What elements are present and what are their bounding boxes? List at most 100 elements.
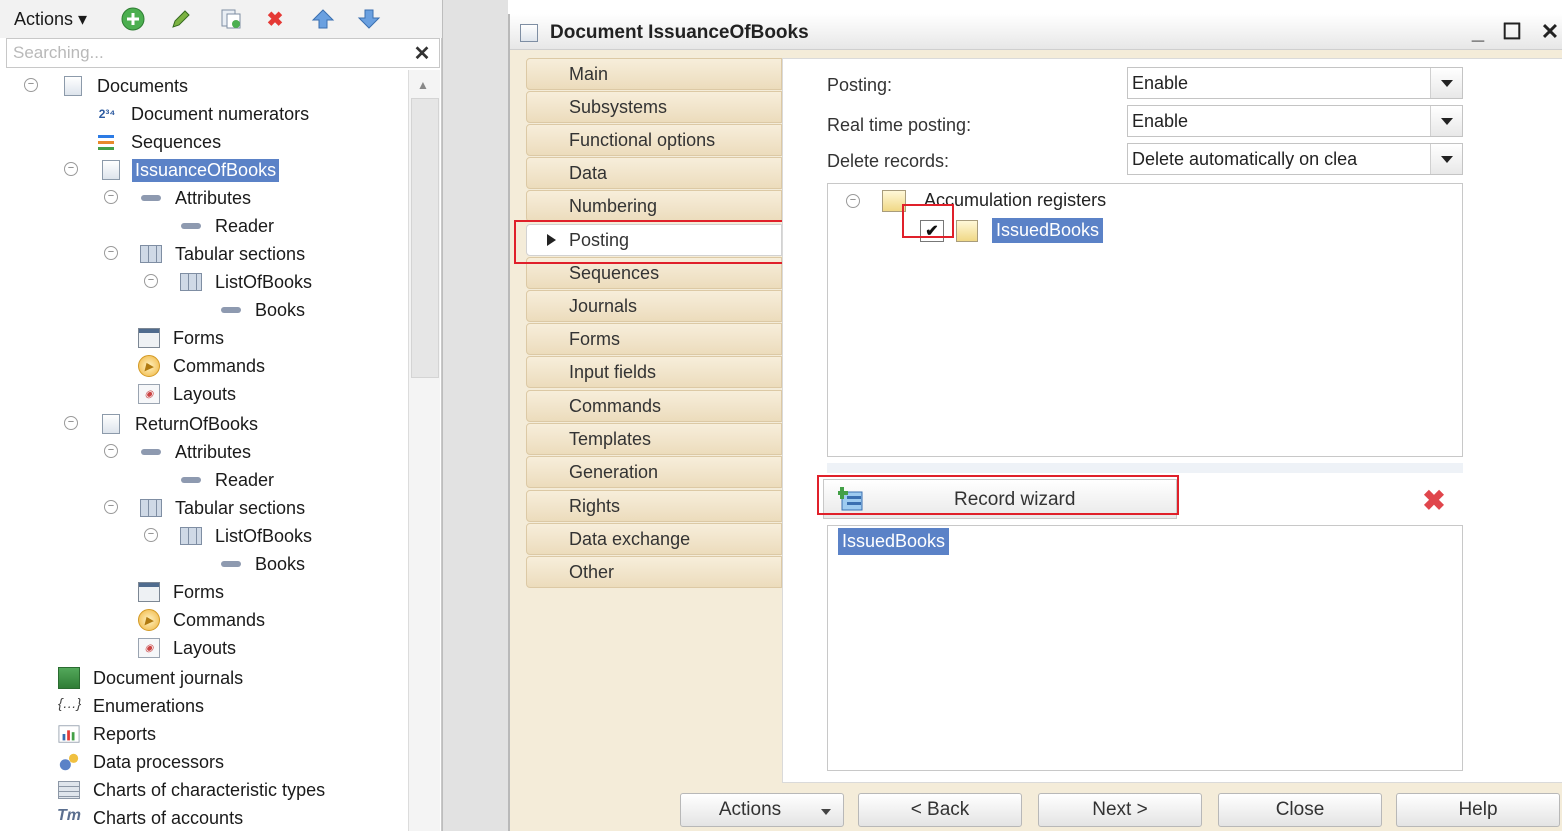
search-input[interactable] <box>7 39 407 67</box>
tree-node-list-of-books[interactable]: ListOfBooks <box>180 268 315 296</box>
tree-node-list-of-books[interactable]: ListOfBooks <box>180 522 315 550</box>
realtime-posting-label: Real time posting: <box>827 115 972 135</box>
help-button[interactable]: Help <box>1396 793 1560 827</box>
collapse-icon[interactable]: − <box>104 444 118 458</box>
tree-node-document-journals[interactable]: Document journals <box>58 664 246 692</box>
tree-node-document-numerators[interactable]: 2³⁴ Document numerators <box>96 100 312 128</box>
actions-menu[interactable]: Actions ▾ <box>14 9 87 30</box>
tree-node-documents[interactable]: Documents <box>62 72 191 100</box>
record-wizard-button[interactable]: Record wizard <box>823 479 1177 519</box>
collapse-icon[interactable]: − <box>104 500 118 514</box>
tree-node-commands[interactable]: ▶ Commands <box>138 606 268 634</box>
panel-splitter[interactable] <box>442 0 508 831</box>
tree-scrollbar[interactable]: ▲ <box>408 70 440 831</box>
delete-icon[interactable]: ✖ <box>262 6 288 32</box>
tree-node-tabular-sections[interactable]: Tabular sections <box>140 494 308 522</box>
minimize-button[interactable]: _ <box>1464 19 1492 44</box>
tree-node-data-processors[interactable]: Data processors <box>58 748 227 776</box>
back-button[interactable]: < Back <box>858 793 1022 827</box>
collapse-icon[interactable]: − <box>144 274 158 288</box>
tree-node-reports[interactable]: Reports <box>58 720 159 748</box>
tree-node-reader[interactable]: Reader <box>180 466 277 494</box>
collapse-icon[interactable]: − <box>64 416 78 430</box>
tree-node-label: Layouts <box>173 637 237 658</box>
tree-node-label: Charts of characteristic types <box>93 779 326 800</box>
dropdown-arrow-icon[interactable] <box>1430 68 1462 98</box>
tab-sequences[interactable]: Sequences <box>526 257 782 289</box>
tree-node-books[interactable]: Books <box>220 550 308 578</box>
tab-posting[interactable]: Posting <box>526 224 782 256</box>
collapse-icon[interactable]: − <box>104 190 118 204</box>
tab-numbering[interactable]: Numbering <box>526 190 782 222</box>
collapse-icon[interactable]: − <box>144 528 158 542</box>
tab-label: Posting <box>569 229 630 250</box>
collapse-icon[interactable]: − <box>64 162 78 176</box>
movement-item-issued-books[interactable]: IssuedBooks <box>838 528 950 555</box>
register-item-issued-books[interactable]: IssuedBooks <box>992 218 1104 243</box>
tree-node-label: Commands <box>173 355 266 376</box>
collapse-icon[interactable]: − <box>846 194 860 208</box>
tab-rights[interactable]: Rights <box>526 490 782 522</box>
tree-node-forms[interactable]: Forms <box>138 324 227 352</box>
tree-node-sequences[interactable]: Sequences <box>96 128 224 156</box>
tree-node-commands[interactable]: ▶ Commands <box>138 352 268 380</box>
move-down-icon[interactable] <box>356 6 382 32</box>
delete-records-select[interactable]: Delete automatically on clea <box>1127 143 1463 175</box>
tab-functional-options[interactable]: Functional options <box>526 124 782 156</box>
tree-node-layouts[interactable]: ◉ Layouts <box>138 634 239 662</box>
tab-generation[interactable]: Generation <box>526 456 782 488</box>
document-icon <box>62 76 84 96</box>
tab-label: Data exchange <box>569 528 691 549</box>
tree-node-forms[interactable]: Forms <box>138 578 227 606</box>
edit-pencil-icon[interactable] <box>168 6 194 32</box>
tree-node-return-of-books[interactable]: ReturnOfBooks <box>100 410 261 438</box>
tree-node-issuance-of-books[interactable]: IssuanceOfBooks <box>100 156 280 184</box>
tree-node-label: Books <box>255 553 306 574</box>
tree-node-enumerations[interactable]: {…} Enumerations <box>58 692 207 720</box>
attribute-icon <box>140 188 162 208</box>
tabular-section-icon <box>180 272 202 292</box>
tree-node-charts-of-characteristic-types[interactable]: Charts of characteristic types <box>58 776 328 804</box>
tree-node-attributes[interactable]: Attributes <box>140 438 254 466</box>
remove-icon[interactable]: ✖ <box>1419 485 1449 516</box>
tree-node-books[interactable]: Books <box>220 296 308 324</box>
tab-label: Data <box>569 162 608 183</box>
tab-main[interactable]: Main <box>526 58 782 90</box>
tab-commands[interactable]: Commands <box>526 390 782 422</box>
copy-icon[interactable] <box>218 6 244 32</box>
collapse-icon[interactable]: − <box>24 78 38 92</box>
maximize-button[interactable]: ☐ <box>1498 19 1526 44</box>
tab-input-fields[interactable]: Input fields <box>526 356 782 388</box>
actions-button[interactable]: Actions <box>680 793 844 827</box>
tree-node-tabular-sections[interactable]: Tabular sections <box>140 240 308 268</box>
tab-other[interactable]: Other <box>526 556 782 588</box>
attribute-icon <box>140 442 162 462</box>
scroll-up-icon[interactable]: ▲ <box>417 78 429 92</box>
tree-node-attributes[interactable]: Attributes <box>140 184 254 212</box>
tree-node-reader[interactable]: Reader <box>180 212 277 240</box>
move-up-icon[interactable] <box>310 6 336 32</box>
tab-data[interactable]: Data <box>526 157 782 189</box>
dropdown-arrow-icon[interactable] <box>1430 144 1462 174</box>
tree-node-label: Reader <box>215 469 275 490</box>
scrollbar-thumb[interactable] <box>411 98 439 378</box>
realtime-posting-select[interactable]: Enable <box>1127 105 1463 137</box>
tree-node-charts-of-accounts[interactable]: Tт Charts of accounts <box>57 804 246 831</box>
tab-forms[interactable]: Forms <box>526 323 782 355</box>
clear-search-icon[interactable]: ✕ <box>409 41 435 65</box>
next-button[interactable]: Next > <box>1038 793 1202 827</box>
dropdown-arrow-icon[interactable] <box>1430 106 1462 136</box>
tab-label: Forms <box>569 328 620 349</box>
tab-templates[interactable]: Templates <box>526 423 782 455</box>
tab-subsystems[interactable]: Subsystems <box>526 91 782 123</box>
close-window-button[interactable]: ✕ <box>1536 19 1562 44</box>
register-checkbox[interactable]: ✔ <box>920 220 944 242</box>
posting-select[interactable]: Enable <box>1127 67 1463 99</box>
close-button[interactable]: Close <box>1218 793 1382 827</box>
add-icon[interactable] <box>120 6 146 32</box>
collapse-icon[interactable]: − <box>104 246 118 260</box>
tree-node-layouts[interactable]: ◉ Layouts <box>138 380 239 408</box>
layout-icon: ◉ <box>138 384 160 404</box>
tab-data-exchange[interactable]: Data exchange <box>526 523 782 555</box>
tab-journals[interactable]: Journals <box>526 290 782 322</box>
